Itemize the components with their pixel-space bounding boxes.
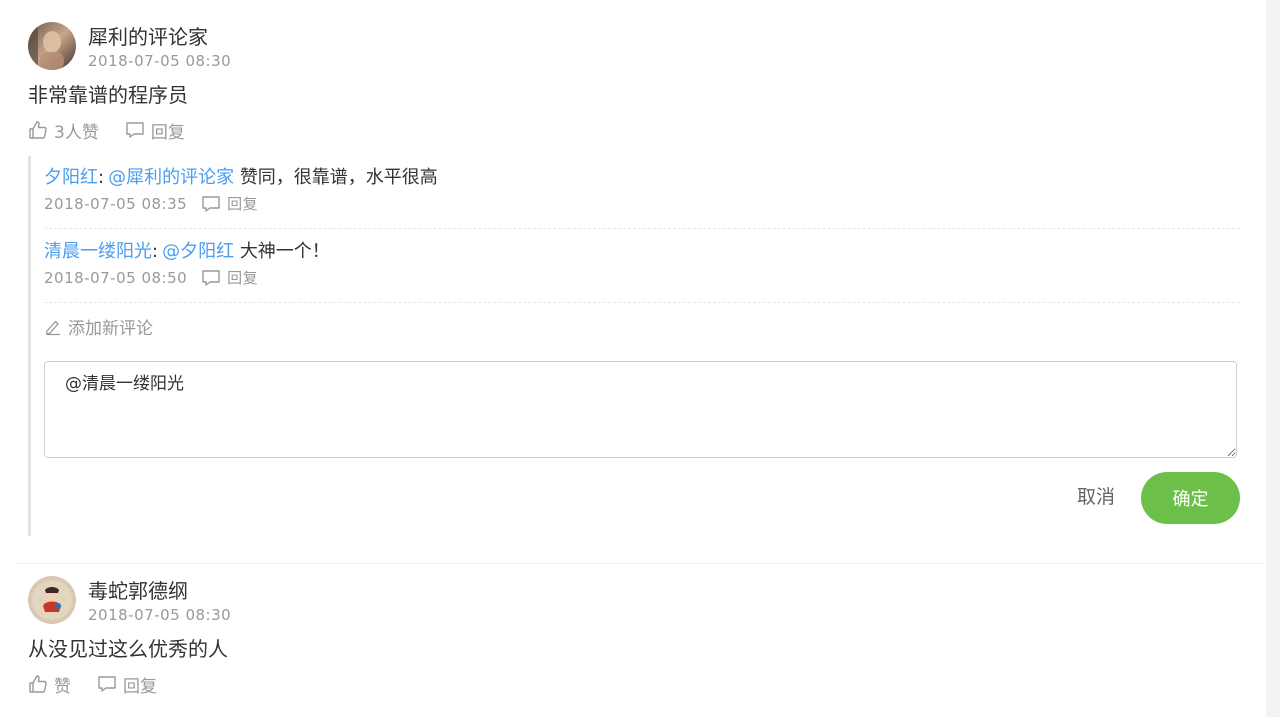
cancel-button[interactable]: 取消 <box>1077 484 1115 510</box>
reply-content: 赞同，很靠谱，水平很高 <box>239 167 438 188</box>
reply-colon: : <box>152 241 159 262</box>
divider <box>16 563 1264 564</box>
comment-item: 毒蛇郭德纲 2018-07-05 08:30 从没见过这么优秀的人 赞 回复 <box>28 576 1262 697</box>
comment-time: 2018-07-05 08:30 <box>88 52 232 70</box>
thumbs-up-icon <box>29 121 47 139</box>
reply-meta: 2018-07-05 08:35 回复 <box>44 194 1240 214</box>
comment-header: 犀利的评论家 2018-07-05 08:30 <box>28 22 1262 70</box>
comment-actions: 赞 回复 <box>28 672 1262 697</box>
divider <box>44 228 1240 229</box>
reply-label: 回复 <box>227 269 259 287</box>
reply-label: 回复 <box>227 195 259 213</box>
like-count: 3人赞 <box>54 122 99 143</box>
reply-author-link[interactable]: 夕阳红 <box>44 167 98 188</box>
like-count: 赞 <box>54 676 71 697</box>
reply-meta: 2018-07-05 08:50 回复 <box>44 268 1240 288</box>
reply-thread: 夕阳红: @犀利的评论家 赞同，很靠谱，水平很高 2018-07-05 08:35… <box>28 156 1240 536</box>
reply-label: 回复 <box>150 122 185 143</box>
cartoon-avatar-icon <box>28 576 76 624</box>
reply-text: 清晨一缕阳光: @夕阳红 大神一个！ <box>44 240 1240 264</box>
avatar[interactable] <box>28 22 76 70</box>
reply-input[interactable]: @清晨一缕阳光 <box>44 361 1237 458</box>
thumbs-up-icon <box>29 675 47 693</box>
speech-bubble-icon <box>202 270 220 286</box>
avatar[interactable] <box>28 576 76 624</box>
add-comment-label: 添加新评论 <box>68 319 153 339</box>
divider <box>44 302 1240 303</box>
reply-button[interactable]: 回复 <box>201 268 258 288</box>
reply-label: 回复 <box>123 676 157 697</box>
comment-author[interactable]: 犀利的评论家 <box>88 24 208 50</box>
comment-content: 从没见过这么优秀的人 <box>28 637 228 661</box>
reply-mention-link[interactable]: @犀利的评论家 <box>108 167 234 188</box>
reply-item: 清晨一缕阳光: @夕阳红 大神一个！ 2018-07-05 08:50 回复 <box>44 240 1240 288</box>
reply-colon: : <box>98 167 105 188</box>
confirm-button[interactable]: 确定 <box>1141 472 1240 524</box>
scrollbar[interactable] <box>1266 0 1280 717</box>
speech-bubble-icon <box>98 676 116 692</box>
add-comment-button[interactable]: 添加新评论 <box>44 314 153 339</box>
reply-time: 2018-07-05 08:35 <box>44 195 188 213</box>
reply-button[interactable]: 回复 <box>201 194 258 214</box>
comment-actions: 3人赞 回复 <box>28 118 1262 143</box>
speech-bubble-icon <box>202 196 220 212</box>
speech-bubble-icon <box>126 122 144 138</box>
reply-time: 2018-07-05 08:50 <box>44 269 188 287</box>
reply-author-link[interactable]: 清晨一缕阳光 <box>44 241 152 262</box>
like-button[interactable]: 3人赞 <box>28 118 99 143</box>
comment-section: 犀利的评论家 2018-07-05 08:30 非常靠谱的程序员 3人赞 回复 … <box>0 0 1280 717</box>
reply-text: 夕阳红: @犀利的评论家 赞同，很靠谱，水平很高 <box>44 166 1240 190</box>
like-button[interactable]: 赞 <box>28 672 71 697</box>
comment-time: 2018-07-05 08:30 <box>88 606 232 624</box>
reply-button[interactable]: 回复 <box>97 672 157 697</box>
user-photo-avatar-icon <box>28 22 76 70</box>
comment-author[interactable]: 毒蛇郭德纲 <box>88 578 188 604</box>
reply-content: 大神一个！ <box>239 241 330 262</box>
comment-header: 毒蛇郭德纲 2018-07-05 08:30 <box>28 576 1262 624</box>
reply-item: 夕阳红: @犀利的评论家 赞同，很靠谱，水平很高 2018-07-05 08:35… <box>44 166 1240 214</box>
reply-mention-link[interactable]: @夕阳红 <box>162 241 234 262</box>
comment-content: 非常靠谱的程序员 <box>28 83 188 107</box>
reply-button[interactable]: 回复 <box>125 118 185 143</box>
comment-item: 犀利的评论家 2018-07-05 08:30 非常靠谱的程序员 3人赞 回复 <box>28 22 1262 143</box>
pencil-icon <box>45 320 60 335</box>
